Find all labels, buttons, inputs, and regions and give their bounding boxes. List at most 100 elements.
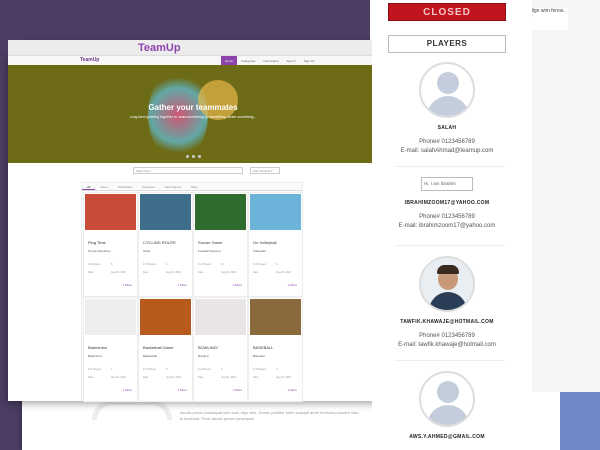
game-card[interactable]: Go Volleyball Volleyball # of Players 6 Date… (248, 192, 303, 297)
player-email: E-mail: salahAhmad@teamup.com (400, 148, 494, 154)
game-category: Volleyball (253, 249, 266, 253)
game-image[interactable] (140, 299, 191, 335)
player-email: E-mail: tawfik.khawaje@hotmail.com (398, 342, 496, 348)
carousel-dot[interactable] (186, 155, 189, 158)
player-card: TAWFIK.KHAWAJE@HOTMAIL.COM Phone# 012345… (392, 256, 502, 350)
game-card[interactable]: CYCLING ROUTE Other # of Players 4 Date Aug 2… (138, 192, 193, 297)
player-card: AWS.Y.AHMED@GMAIL.COM (392, 371, 502, 440)
footer-text: Iaculis purus consequat sem cum dign wim… (180, 410, 359, 421)
nav-link-categories[interactable]: Categories (237, 56, 260, 65)
hero-splash-graphic (198, 80, 238, 120)
game-image[interactable] (195, 299, 246, 335)
more-link[interactable]: 1 More (233, 283, 242, 287)
game-image[interactable] (250, 194, 301, 230)
game-tabs: All Open Scheduled Canceled Past Games M… (82, 183, 302, 191)
game-card[interactable]: Ping Time Tennis (Doubles) # of Players 6 Da… (83, 192, 138, 297)
game-title[interactable]: Soccer Game (198, 240, 222, 245)
game-image[interactable] (195, 194, 246, 230)
game-title[interactable]: CYCLING ROUTE (143, 240, 176, 245)
more-link[interactable]: 1 More (288, 283, 297, 287)
window-titlebar (8, 40, 378, 56)
game-image[interactable] (140, 194, 191, 230)
date-value: Aug 26, 2018 (221, 376, 236, 379)
player-name: TAWFIK.KHAWAJE@HOTMAIL.COM (400, 319, 494, 325)
nav-link-sign-up[interactable]: Sign Up (300, 56, 319, 65)
app-title: TeamUp (138, 42, 181, 54)
date-value: Aug 23, 2018 (166, 376, 181, 379)
game-category: Badminton (88, 354, 103, 358)
game-image[interactable] (85, 299, 136, 335)
tab-canceled[interactable]: Canceled (137, 183, 160, 190)
game-category: Bowling (198, 354, 209, 358)
more-link[interactable]: 1 More (288, 388, 297, 392)
hero-banner: Gather your teammates Long-form greeting… (8, 65, 378, 163)
player-name: AWS.Y.AHMED@GMAIL.COM (409, 434, 485, 440)
game-category: Basketball (143, 354, 157, 358)
tab-all[interactable]: All (82, 183, 96, 190)
game-title[interactable]: Go Volleyball (253, 240, 276, 245)
carousel-dot[interactable] (192, 155, 195, 158)
game-title[interactable]: Ping Time (88, 240, 106, 245)
tab-scheduled[interactable]: Scheduled (113, 183, 137, 190)
more-link[interactable]: 1 More (123, 388, 132, 392)
players-value: 10 (221, 263, 224, 266)
tab-past-games[interactable]: Past Games (160, 183, 187, 190)
date-value: Aug 24, 2018 (111, 376, 126, 379)
game-title[interactable]: BOWLING! (198, 345, 218, 350)
game-meta: # of Players 6 Date Aug 30, 2018 (88, 261, 135, 277)
date-label: Date (88, 376, 94, 379)
game-meta: # of Players 4 Date Aug 26, 2018 (198, 366, 245, 382)
game-card[interactable]: Basketball Game Basketball # of Players 8 Da… (138, 297, 193, 402)
search-input[interactable]: Search for... (133, 167, 243, 174)
game-meta: # of Players 8 Date Aug 23, 2018 (143, 366, 190, 382)
game-card[interactable]: BOWLING! Bowling # of Players 4 Date Aug 26, … (193, 297, 248, 402)
status-badge: CLOSED (388, 3, 506, 21)
players-heading: PLAYERS (388, 35, 506, 53)
game-image[interactable] (85, 194, 136, 230)
nav-links: Home Categories New Game Sign In Sign Up (221, 56, 319, 65)
date-label: Date (143, 376, 149, 379)
game-card[interactable]: Soccer Game Football (Soccer) # of Players… (193, 192, 248, 297)
divider (395, 166, 505, 167)
date-label: Date (253, 376, 259, 379)
carousel-dot[interactable] (198, 155, 201, 158)
game-card[interactable]: BASEBALL Baseball # of Players 9 Date Aug 23,… (248, 297, 303, 402)
players-value: 4 (221, 368, 223, 371)
player-phone: Phone# 0123456789 (419, 333, 475, 339)
nav-link-new-game[interactable]: New Game (260, 56, 283, 65)
players-label: # of Players (143, 263, 157, 266)
players-label: # of Players (253, 263, 267, 266)
date-value: Aug 23, 2018 (276, 376, 291, 379)
players-value: 6 (111, 263, 113, 266)
game-title[interactable]: Badminton (88, 345, 107, 350)
players-value: 9 (276, 368, 278, 371)
avatar (419, 62, 475, 118)
sort-select[interactable]: Sort: Newest ▾ (250, 167, 280, 174)
date-value: Aug 29, 2018 (221, 271, 236, 274)
more-link[interactable]: 1 More (178, 388, 187, 392)
game-card[interactable]: Badminton Badminton # of Players 4 Date Aug 2… (83, 297, 138, 402)
game-category: Football (Soccer) (198, 249, 221, 253)
game-image[interactable] (250, 299, 301, 335)
carousel-dots[interactable] (186, 155, 201, 158)
players-value: 6 (276, 263, 278, 266)
game-title[interactable]: BASEBALL (253, 345, 273, 350)
more-link[interactable]: 1 More (178, 283, 187, 287)
date-label: Date (198, 271, 204, 274)
tab-mine[interactable]: Mine (186, 183, 203, 190)
players-label: # of Players (198, 368, 212, 371)
date-label: Date (198, 376, 204, 379)
more-link[interactable]: 1 More (233, 388, 242, 392)
player-phone: Phone# 0123456789 (419, 139, 475, 145)
game-category: Baseball (253, 354, 265, 358)
more-link[interactable]: 1 More (123, 283, 132, 287)
nav-link-sign-in[interactable]: Sign In (283, 56, 300, 65)
avatar (419, 256, 475, 312)
game-title[interactable]: Basketball Game (143, 345, 173, 350)
nav-link-home[interactable]: Home (221, 56, 238, 65)
game-category: Other (143, 249, 151, 253)
nav-brand[interactable]: TeamUp (80, 57, 99, 63)
players-value: 4 (111, 368, 113, 371)
corner-text: dign wim fenos. ▾ (530, 8, 568, 30)
tab-open[interactable]: Open (95, 183, 112, 190)
